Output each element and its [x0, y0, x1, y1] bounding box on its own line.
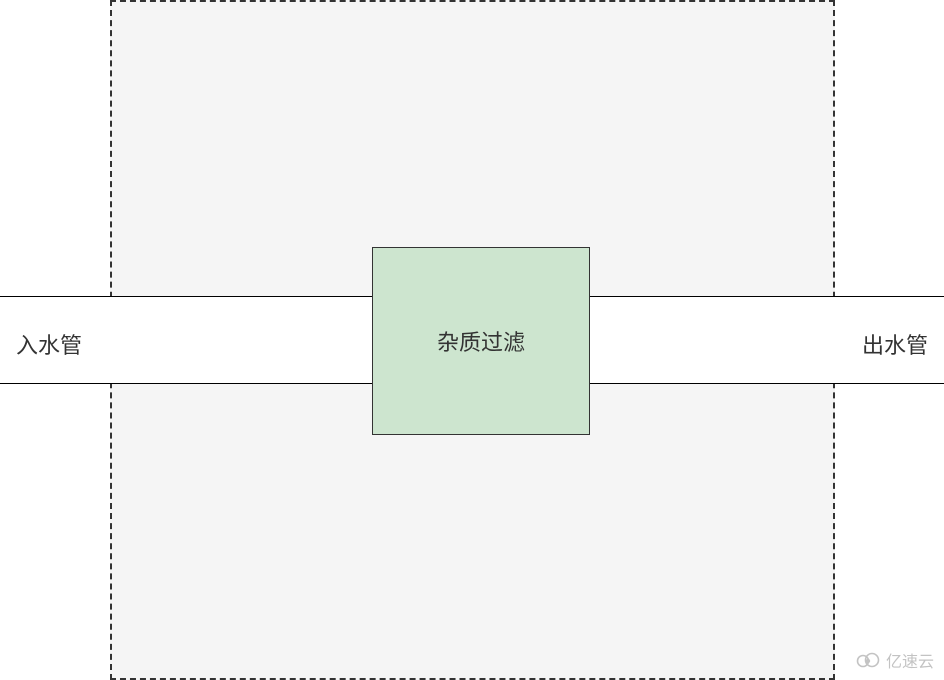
filter-label: 杂质过滤: [437, 325, 525, 357]
outlet-pipe-label: 出水管: [862, 328, 928, 360]
inlet-pipe-label: 入水管: [16, 328, 82, 360]
watermark-text: 亿速云: [886, 648, 934, 672]
watermark: 亿速云: [854, 648, 934, 672]
cloud-icon: [854, 651, 882, 669]
filter-box: 杂质过滤: [372, 247, 590, 435]
